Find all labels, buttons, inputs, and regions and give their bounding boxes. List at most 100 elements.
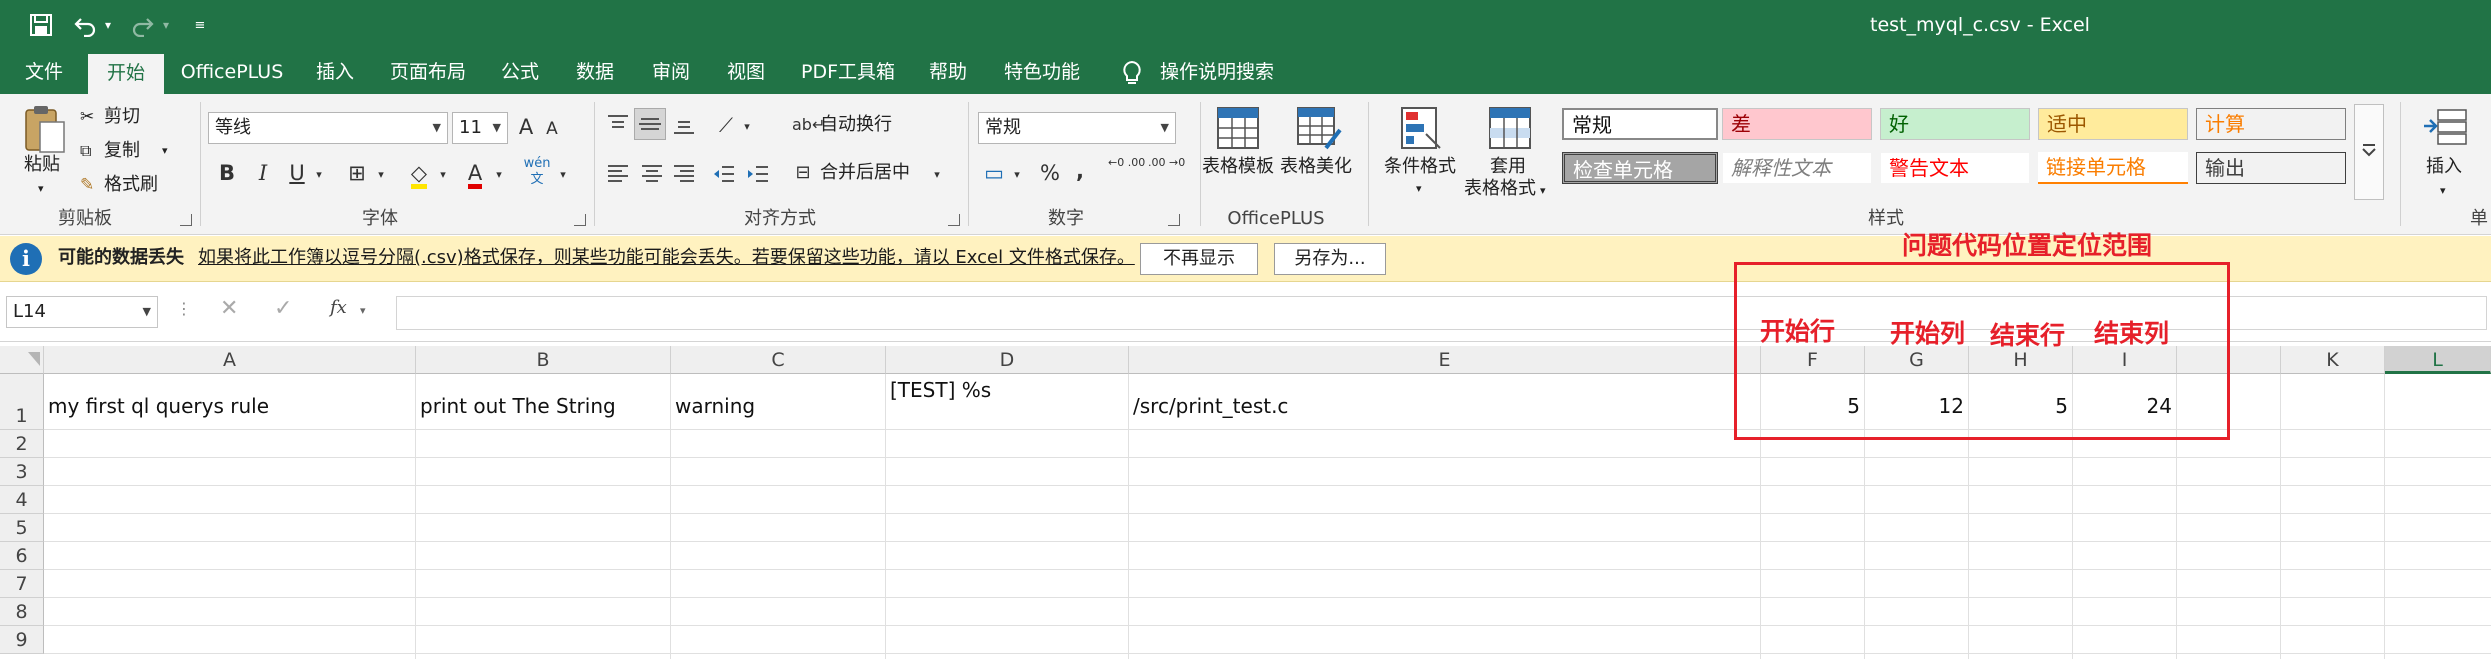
cell-e1[interactable]: /src/print_test.c xyxy=(1133,394,1288,418)
underline-button[interactable]: U xyxy=(284,158,310,188)
table-beautify-icon[interactable] xyxy=(1294,104,1342,152)
style-warning-text[interactable]: 警告文本 xyxy=(1880,152,2030,184)
style-normal[interactable]: 常规 xyxy=(1562,108,1718,140)
currency-dropdown-icon[interactable]: ▾ xyxy=(1010,160,1024,190)
borders-icon[interactable]: ⊞ xyxy=(342,158,372,188)
column-header-k[interactable]: K xyxy=(2281,346,2385,374)
table-beautify-button[interactable]: 表格美化 xyxy=(1280,156,1352,178)
number-format-select[interactable]: 常规 ▼ xyxy=(978,112,1176,144)
bold-button[interactable]: B xyxy=(214,158,240,188)
confirm-entry-icon[interactable]: ✓ xyxy=(274,298,292,320)
tab-data[interactable]: 数据 xyxy=(564,50,626,94)
style-good[interactable]: 好 xyxy=(1880,108,2030,140)
comma-button[interactable]: , xyxy=(1070,156,1090,186)
styles-more-button[interactable] xyxy=(2354,104,2384,200)
cut-icon[interactable]: ✂ xyxy=(80,106,94,128)
orientation-dropdown-icon[interactable]: ▾ xyxy=(740,112,754,142)
style-calculation[interactable]: 计算 xyxy=(2196,108,2346,140)
format-as-table-icon[interactable] xyxy=(1486,104,1534,152)
cell-b1[interactable]: print out The String xyxy=(420,394,616,418)
column-header-a[interactable]: A xyxy=(44,346,416,374)
redo-dropdown-icon[interactable]: ▾ xyxy=(158,10,174,40)
infobar-message[interactable]: 如果将此工作簿以逗号分隔(.csv)格式保存，则某些功能可能会丢失。若要保留这些… xyxy=(198,247,1135,269)
alignment-launcher-icon[interactable] xyxy=(948,214,960,226)
tab-formulas[interactable]: 公式 xyxy=(490,50,550,94)
tab-home[interactable]: 开始 xyxy=(88,54,164,94)
align-middle-icon[interactable] xyxy=(634,108,666,140)
customize-toolbar-icon[interactable]: ≡ xyxy=(190,10,210,40)
undo-dropdown-icon[interactable]: ▾ xyxy=(100,10,116,40)
column-header-e[interactable]: E xyxy=(1129,346,1761,374)
column-header-l[interactable]: L xyxy=(2385,346,2491,374)
tab-pdf-tools[interactable]: PDF工具箱 xyxy=(796,50,900,94)
format-painter-icon[interactable]: ✎ xyxy=(80,174,94,196)
tell-me-search[interactable]: 操作说明搜索 xyxy=(1152,50,1282,94)
row-header-4[interactable]: 4 xyxy=(0,486,44,514)
align-left-icon[interactable] xyxy=(606,162,630,186)
paste-icon[interactable] xyxy=(20,104,68,156)
align-bottom-icon[interactable] xyxy=(672,112,696,136)
conditional-format-button[interactable]: 条件格式 xyxy=(1384,156,1456,178)
grow-font-button[interactable]: A xyxy=(514,112,538,142)
cell-c1[interactable]: warning xyxy=(675,394,755,418)
borders-dropdown-icon[interactable]: ▾ xyxy=(374,160,388,190)
font-name-select[interactable]: 等线 ▼ xyxy=(208,112,448,144)
row-header-5[interactable]: 5 xyxy=(0,514,44,542)
style-output[interactable]: 输出 xyxy=(2196,152,2346,184)
tab-insert[interactable]: 插入 xyxy=(304,50,366,94)
table-template-button[interactable]: 表格模板 xyxy=(1202,156,1274,178)
column-header-c[interactable]: C xyxy=(671,346,886,374)
copy-dropdown-icon[interactable]: ▾ xyxy=(162,140,168,162)
name-box[interactable]: L14 ▼ xyxy=(6,296,158,328)
copy-button[interactable]: 复制 xyxy=(104,140,140,162)
cell-a1[interactable]: my first ql querys rule xyxy=(48,394,269,418)
insert-cells-icon[interactable] xyxy=(2422,104,2470,152)
tab-officeplus[interactable]: OfficePLUS xyxy=(176,50,288,94)
save-icon[interactable] xyxy=(26,10,56,40)
phonetic-dropdown-icon[interactable]: ▾ xyxy=(556,160,570,190)
style-linked-cell[interactable]: 链接单元格 xyxy=(2038,152,2188,184)
tab-review[interactable]: 审阅 xyxy=(640,50,702,94)
select-all-corner[interactable] xyxy=(0,346,44,374)
italic-button[interactable]: I xyxy=(250,158,276,188)
row-header-7[interactable]: 7 xyxy=(0,570,44,598)
orientation-icon[interactable]: ⟋ xyxy=(712,110,740,140)
tab-page-layout[interactable]: 页面布局 xyxy=(380,50,476,94)
font-launcher-icon[interactable] xyxy=(574,214,586,226)
style-bad[interactable]: 差 xyxy=(1722,108,1872,140)
align-right-icon[interactable] xyxy=(672,162,696,186)
cancel-entry-icon[interactable]: ✕ xyxy=(220,298,238,320)
increase-indent-icon[interactable] xyxy=(746,162,770,186)
percent-button[interactable]: % xyxy=(1036,158,1064,188)
row-header-9[interactable]: 9 xyxy=(0,626,44,654)
style-check-cell[interactable]: 检查单元格 xyxy=(1562,152,1718,184)
increase-decimal-button[interactable]: ←0 .00 xyxy=(1108,156,1145,170)
row-header-3[interactable]: 3 xyxy=(0,458,44,486)
format-as-table-dropdown-icon[interactable]: ▾ xyxy=(1540,180,1546,202)
tab-features[interactable]: 特色功能 xyxy=(994,50,1090,94)
fx-dropdown-icon[interactable]: ▾ xyxy=(360,300,366,322)
insert-cells-button[interactable]: 插入 xyxy=(2426,156,2462,178)
insert-function-button[interactable]: fx xyxy=(330,297,347,319)
row-header-6[interactable]: 6 xyxy=(0,542,44,570)
merge-center-icon[interactable]: ⊟ xyxy=(790,158,816,188)
decrease-indent-icon[interactable] xyxy=(712,162,736,186)
column-header-d[interactable]: D xyxy=(886,346,1129,374)
clipboard-launcher-icon[interactable] xyxy=(180,214,192,226)
number-launcher-icon[interactable] xyxy=(1168,214,1180,226)
redo-icon[interactable] xyxy=(128,10,158,40)
paste-button[interactable]: 粘贴 xyxy=(24,154,60,176)
shrink-font-button[interactable]: A xyxy=(540,114,564,144)
merge-center-button[interactable]: 合并后居中 xyxy=(820,162,910,184)
row-header-8[interactable]: 8 xyxy=(0,598,44,626)
undo-icon[interactable] xyxy=(70,10,100,40)
font-color-dropdown-icon[interactable]: ▾ xyxy=(492,160,506,190)
align-top-icon[interactable] xyxy=(606,112,630,136)
copy-icon[interactable]: ⧉ xyxy=(80,140,91,162)
tab-help[interactable]: 帮助 xyxy=(918,50,978,94)
decrease-decimal-button[interactable]: .00 →0 xyxy=(1148,156,1185,170)
wrap-text-button[interactable]: 自动换行 xyxy=(820,114,892,136)
conditional-format-icon[interactable] xyxy=(1396,104,1444,152)
row-header-1[interactable]: 1 xyxy=(0,374,44,430)
align-center-icon[interactable] xyxy=(640,162,664,186)
